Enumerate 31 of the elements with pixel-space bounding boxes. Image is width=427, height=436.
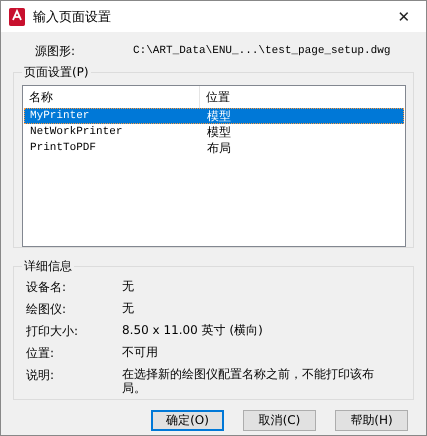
column-header[interactable]: 位置 (200, 86, 230, 108)
detail-label: 打印大小: (26, 323, 80, 340)
group-title: 详细信息 (22, 259, 74, 273)
source-label: 源图形: (35, 42, 76, 60)
setup-name: NetWorkPrinter (30, 126, 124, 138)
app-logo-icon (9, 8, 25, 26)
detail-label: 说明: (26, 367, 56, 384)
list-row[interactable]: MyPrinter 模型 (24, 108, 404, 124)
detail-label: 位置: (26, 345, 56, 362)
detail-value: 8.50 x 11.00 英寸 (横向) (122, 323, 264, 337)
dialog-button[interactable]: 帮助(H) (335, 410, 408, 431)
detail-value: 无 (122, 301, 135, 315)
setup-location: 模型 (206, 108, 231, 124)
detail-value: 不可用 (122, 345, 159, 359)
dialog-button[interactable]: 确定(O) (151, 410, 224, 431)
source-path: C:\ART_Data\ENU_...\test_page_setup.dwg (133, 45, 390, 57)
close-button[interactable]: ✕ (382, 1, 426, 32)
detail-value: 在选择新的绘图仪配置名称之前，不能打印该布局。 (122, 367, 375, 395)
setup-name: MyPrinter (30, 110, 90, 122)
detail-value: 无 (122, 279, 135, 293)
list-row[interactable]: NetWorkPrinter 模型 (24, 124, 404, 140)
setup-location: 布局 (206, 140, 231, 156)
setup-name: PrintToPDF (30, 142, 98, 154)
page-setup-list[interactable]: 名称 位置 MyPrinter 模型 NetWorkPrinter 模型 PrintToPDF 布局 (22, 85, 406, 247)
dialog-button[interactable]: 取消(C) (243, 410, 316, 431)
detail-label: 设备名: (26, 279, 68, 296)
setup-location: 模型 (206, 124, 231, 140)
group-title: 页面设置(P) (22, 65, 91, 79)
detail-label: 绘图仪: (26, 301, 68, 318)
window-title: 输入页面设置 (33, 8, 111, 26)
list-row[interactable]: PrintToPDF 布局 (24, 140, 404, 156)
